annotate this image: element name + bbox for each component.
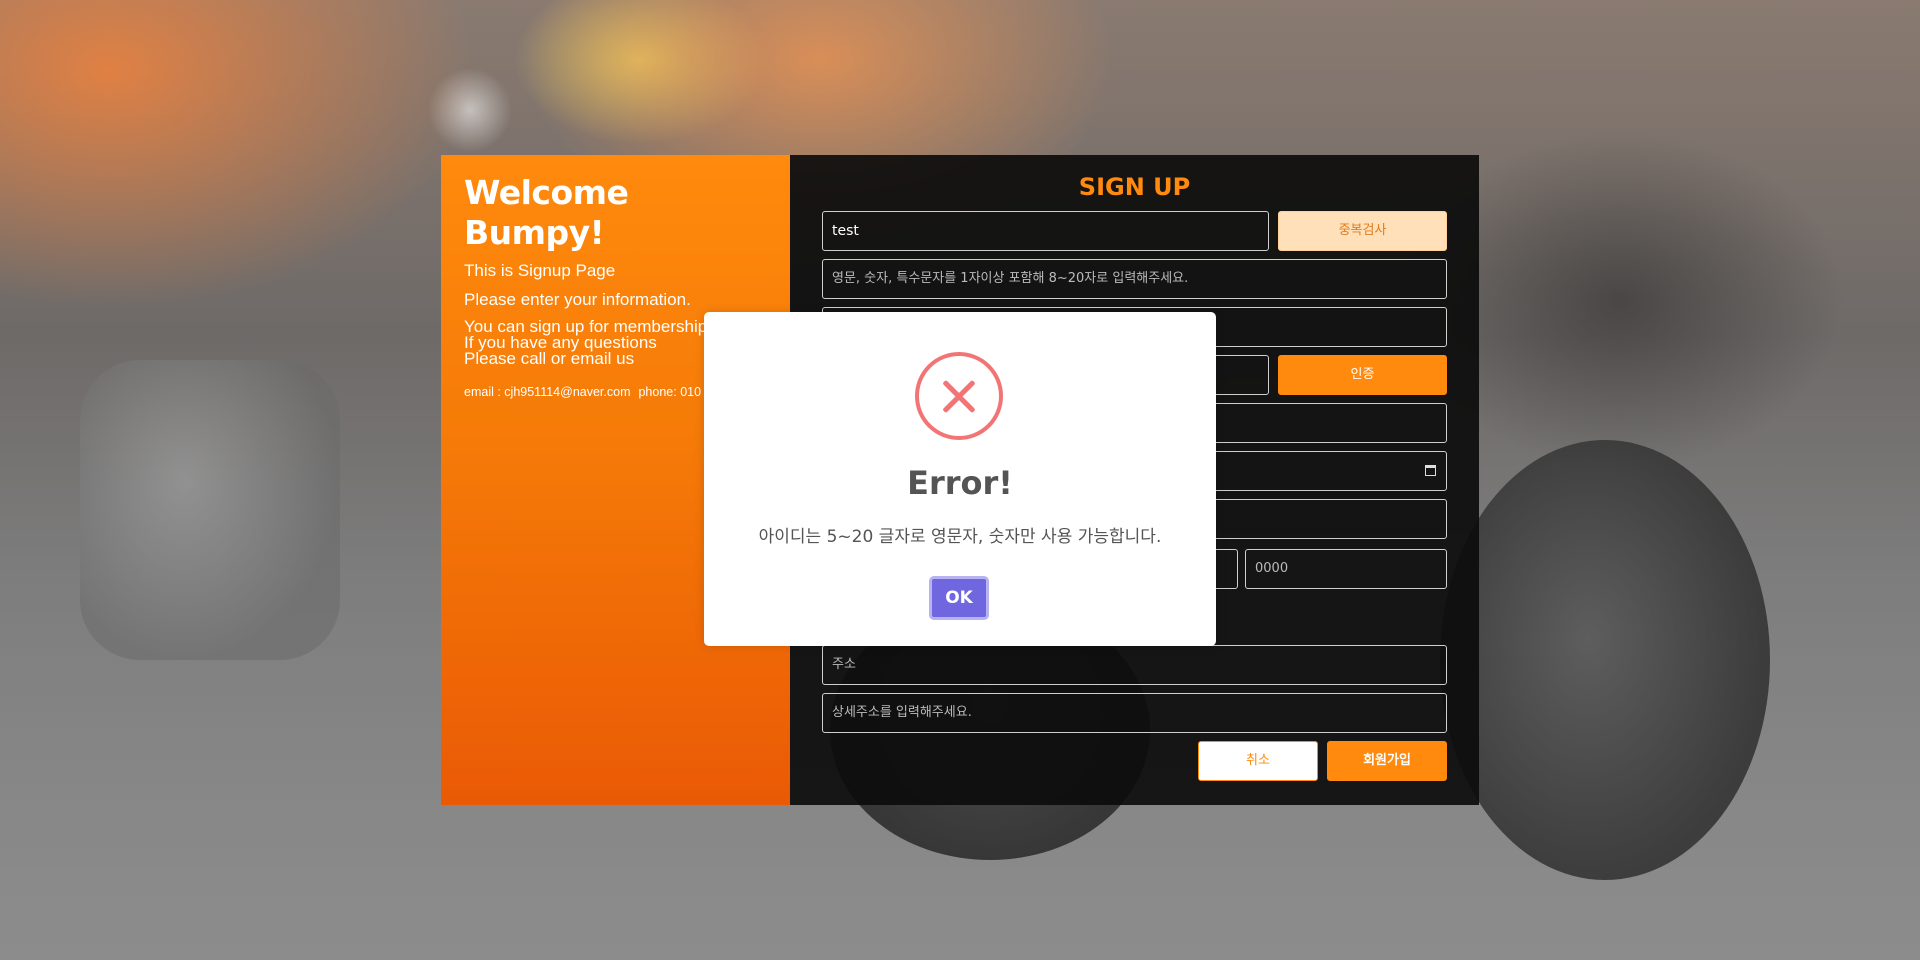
error-x-icon (915, 352, 1003, 440)
dialog-title: Error! (907, 464, 1013, 502)
ok-button[interactable]: OK (929, 576, 989, 620)
error-dialog: Error! 아이디는 5~20 글자로 영문자, 숫자만 사용 가능합니다. … (704, 312, 1216, 646)
dialog-message: 아이디는 5~20 글자로 영문자, 숫자만 사용 가능합니다. (758, 527, 1162, 547)
